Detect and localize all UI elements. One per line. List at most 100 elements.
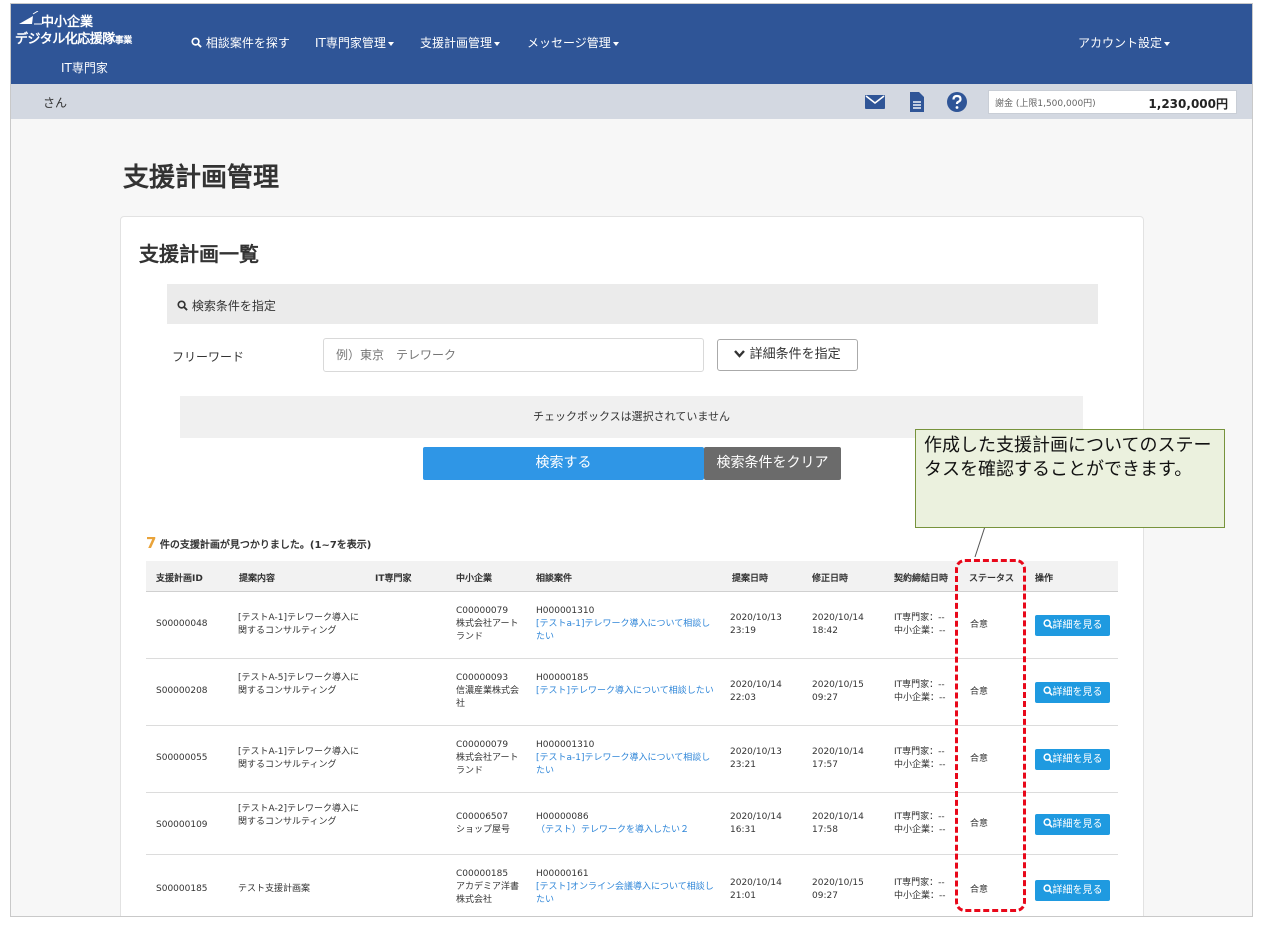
view-detail-button[interactable]: 詳細を見る (1035, 880, 1110, 901)
plan-id: S00000109 (156, 820, 208, 830)
nav-account-settings[interactable]: アカウント設定 (1078, 34, 1171, 51)
case-title-link[interactable]: （テスト）テレワークを導入したい２ (536, 824, 718, 837)
page-title: 支援計画管理 (123, 163, 280, 193)
search-icon (1042, 884, 1053, 894)
proposal-text: [テストA-5]テレワーク導入に関するコンサルティング (238, 673, 359, 696)
company-code: C00000079 (456, 606, 509, 616)
company-name: 株式会社アートランド (456, 619, 519, 642)
detail-conditions-label: 詳細条件を指定 (749, 347, 841, 362)
clear-conditions-button[interactable]: 検索条件をクリア (704, 447, 841, 480)
logo-mark-icon (19, 11, 42, 25)
case-id: H000001310 (536, 740, 595, 750)
case-id: H00000161 (536, 869, 589, 879)
chevron-down-icon (494, 41, 501, 46)
case-title-link[interactable]: [テスト]オンライン会議導入について相談したい (536, 881, 718, 907)
result-count-number: 7 (146, 534, 157, 552)
view-detail-label: 詳細を見る (1052, 819, 1103, 830)
user-status-bar: さん 謝金 (上限1,500,000円) 1,230,000円 (11, 84, 1252, 119)
case-title-link[interactable]: [テストa-1]テレワーク導入について相談したい (536, 618, 718, 644)
status-callout: 作成した支援計画についてのステータスを確認することができます。 (915, 429, 1225, 528)
contract-it-expert: IT専門家：-- (894, 812, 945, 822)
modified-at: 2020/10/15 09:27 (812, 680, 864, 703)
view-detail-label: 詳細を見る (1052, 687, 1103, 698)
chevron-down-icon (612, 41, 619, 46)
plan-id: S00000048 (156, 619, 208, 629)
proposed-at: 2020/10/13 23:21 (730, 747, 782, 770)
proposed-at: 2020/10/14 21:01 (730, 878, 782, 901)
help-icon[interactable] (946, 91, 968, 113)
nav-support-plan-management[interactable]: 支援計画管理 (420, 34, 501, 51)
search-conditions-title: 検索条件を指定 (177, 297, 276, 314)
case-id: H00000086 (536, 812, 589, 822)
case-id: H00000185 (536, 673, 589, 683)
search-icon (1042, 619, 1053, 629)
contract-it-expert: IT専門家：-- (894, 747, 945, 757)
view-detail-label: 詳細を見る (1052, 885, 1103, 896)
proposal-text: [テストA-1]テレワーク導入に関するコンサルティング (238, 747, 359, 770)
nav-search-cases-label: 相談案件を探す (205, 36, 290, 50)
balance-label: 謝金 (上限1,500,000円) (995, 99, 1096, 109)
chevron-down-icon (1164, 41, 1171, 46)
contract-it-expert: IT専門家：-- (894, 878, 945, 888)
header-actions: 操作 (1035, 574, 1054, 584)
modified-at: 2020/10/14 17:58 (812, 812, 864, 835)
company-code: C00000079 (456, 740, 509, 750)
nav-search-cases[interactable]: 相談案件を探す (191, 34, 290, 51)
result-count: 7 件の支援計画が見つかりました。(1~7を表示) (146, 534, 371, 552)
search-conditions-header: 検索条件を指定 (167, 284, 1098, 324)
modified-at: 2020/10/15 09:27 (812, 878, 864, 901)
logo-line2: デジタル化応援隊事業 (15, 28, 132, 47)
company-code: C00006507 (456, 812, 509, 822)
document-icon[interactable] (906, 91, 928, 113)
status-column-highlight (955, 559, 1026, 912)
top-navbar: 中小企業 デジタル化応援隊事業 IT専門家 相談案件を探す IT専門家管理 支援… (11, 4, 1252, 84)
plan-id: S00000208 (156, 686, 208, 696)
view-detail-button[interactable]: 詳細を見る (1035, 615, 1110, 636)
search-conditions-label: 検索条件を指定 (191, 299, 276, 313)
proposed-at: 2020/10/13 23:19 (730, 613, 782, 636)
nav-account-settings-label: アカウント設定 (1078, 36, 1163, 50)
site-logo[interactable]: 中小企業 デジタル化応援隊事業 IT専門家 (15, 11, 155, 77)
honorarium-balance: 謝金 (上限1,500,000円) 1,230,000円 (988, 90, 1237, 114)
nav-it-expert-management[interactable]: IT専門家管理 (315, 34, 394, 51)
detail-conditions-button[interactable]: 詳細条件を指定 (717, 339, 858, 371)
view-detail-button[interactable]: 詳細を見る (1035, 814, 1110, 835)
view-detail-label: 詳細を見る (1052, 754, 1103, 765)
view-detail-button[interactable]: 詳細を見る (1035, 749, 1110, 770)
logo-role: IT専門家 (61, 61, 108, 75)
balance-value: 1,230,000円 (1148, 97, 1228, 111)
header-plan-id: 支援計画ID (156, 574, 203, 584)
view-detail-button[interactable]: 詳細を見る (1035, 682, 1110, 703)
company-code: C00000185 (456, 869, 509, 879)
contract-sme: 中小企業：-- (894, 626, 946, 636)
nav-message-management[interactable]: メッセージ管理 (527, 34, 619, 51)
nav-message-management-label: メッセージ管理 (527, 36, 611, 50)
contract-sme: 中小企業：-- (894, 891, 946, 901)
nav-it-expert-management-label: IT専門家管理 (315, 36, 386, 50)
company-name: 信濃産業株式会社 (456, 686, 520, 709)
proposal-text: テスト支援計画案 (238, 884, 311, 894)
header-proposed-at: 提案日時 (732, 574, 769, 584)
proposed-at: 2020/10/14 22:03 (730, 680, 782, 703)
user-name: さん (43, 96, 68, 110)
company-name: 株式会社アートランド (456, 753, 519, 776)
case-title-link[interactable]: [テスト]テレワーク導入について相談したい (536, 685, 718, 698)
card-title: 支援計画一覧 (139, 242, 259, 266)
contract-sme: 中小企業：-- (894, 693, 946, 703)
view-detail-label: 詳細を見る (1052, 620, 1103, 631)
logo-line2-suffix: 事業 (114, 36, 133, 46)
header-company: 中小企業 (456, 574, 493, 584)
search-button[interactable]: 検索する (423, 447, 704, 480)
search-icon (177, 300, 188, 311)
contract-it-expert: IT専門家：-- (894, 613, 945, 623)
proposed-at: 2020/10/14 16:31 (730, 812, 782, 835)
nav-support-plan-management-label: 支援計画管理 (420, 36, 493, 50)
modified-at: 2020/10/14 17:57 (812, 747, 864, 770)
freeword-label: フリーワード (172, 350, 245, 364)
case-title-link[interactable]: [テストa-1]テレワーク導入について相談したい (536, 752, 718, 778)
search-icon (1042, 686, 1053, 696)
mail-icon[interactable] (864, 91, 886, 113)
company-name: アカデミア洋書株式会社 (456, 882, 520, 905)
freeword-input[interactable] (323, 338, 704, 372)
chevron-down-icon (734, 350, 746, 358)
